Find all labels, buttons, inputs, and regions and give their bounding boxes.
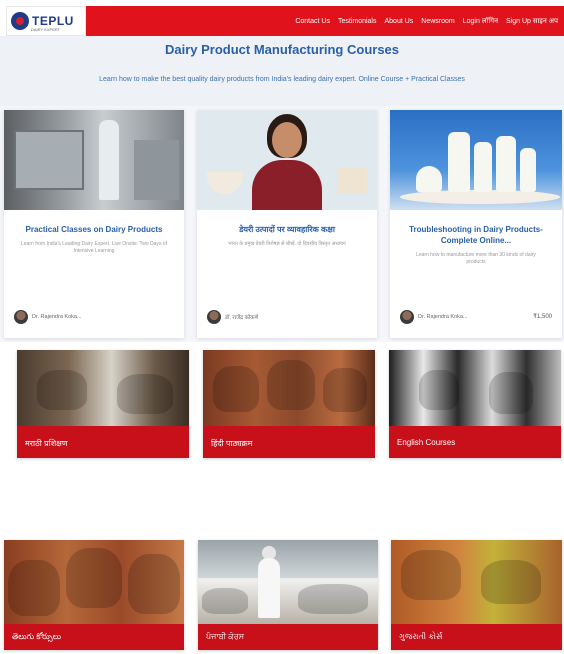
course-title[interactable]: Practical Classes on Dairy Products	[18, 224, 170, 235]
nav-about-us[interactable]: About Us	[384, 18, 413, 25]
course-card-practical-classes[interactable]: Practical Classes on Dairy Products Lear…	[4, 110, 184, 338]
author-name: Dr. Rajendra Koka...	[32, 314, 82, 320]
category-tile-hindi[interactable]: हिंदी पाठ्यक्रम	[203, 350, 375, 458]
category-image-cows	[389, 350, 561, 426]
category-label-bar: ગુજરાતી કોર્સ	[391, 624, 562, 650]
category-tile-telugu[interactable]: తెలుగు కోర్సులు	[4, 540, 184, 650]
category-label: ગુજરાતી કોર્સ	[399, 632, 443, 641]
course-author: Dr. Rajendra Koka...	[14, 310, 82, 324]
course-author: डॉ. राजेंद्र कोकणे	[207, 310, 258, 324]
course-image-factory	[4, 110, 184, 210]
course-author: Dr. Rajendra Koka...	[400, 310, 468, 324]
nav-contact-us[interactable]: Contact Us	[295, 18, 330, 25]
nav-newsroom[interactable]: Newsroom	[421, 18, 454, 25]
category-label: English Courses	[397, 438, 456, 447]
logo-subtext: DAIRY EXPERT	[31, 27, 61, 32]
course-description: Learn from India's Leading Dairy Expert.…	[21, 241, 167, 254]
hero-section: Dairy Product Manufacturing Courses Lear…	[0, 36, 564, 106]
category-image-cows	[4, 540, 184, 624]
course-cards-section: Practical Classes on Dairy Products Lear…	[0, 106, 564, 342]
author-avatar	[207, 310, 221, 324]
category-label: ਪੰਜਾਬੀ ਕੋਰਸ	[206, 632, 245, 641]
logo-mark-icon	[11, 12, 29, 30]
course-image-woman-dairy	[197, 110, 377, 210]
category-tile-marathi[interactable]: मराठी प्रशिक्षण	[17, 350, 189, 458]
category-image-cows	[17, 350, 189, 426]
course-title[interactable]: Troubleshooting in Dairy Products- Compl…	[404, 224, 548, 246]
course-title[interactable]: डेयरी उत्पादों पर व्यावहारिक कक्षा	[211, 224, 363, 235]
category-label-bar: ਪੰਜਾਬੀ ਕੋਰਸ	[198, 624, 378, 650]
category-image-cows	[203, 350, 375, 426]
logo-text: TEPLU	[32, 14, 74, 28]
teplu-logo[interactable]: TEPLU DAIRY EXPERT	[6, 6, 86, 36]
category-tile-punjabi[interactable]: ਪੰਜਾਬੀ ਕੋਰਸ	[198, 540, 378, 650]
category-image-dairy-farm	[198, 540, 378, 624]
category-label-bar: తెలుగు కోర్సులు	[4, 624, 184, 650]
course-description: भारत के प्रमुख डेयरी विशेषज्ञ से सीखें. …	[228, 241, 346, 247]
author-avatar	[400, 310, 414, 324]
category-image-cows	[391, 540, 562, 624]
category-tile-gujarati[interactable]: ગુજરાતી કોર્સ	[391, 540, 562, 650]
nav-testimonials[interactable]: Testimonials	[338, 18, 377, 25]
category-label-bar: हिंदी पाठ्यक्रम	[203, 426, 375, 458]
author-name: Dr. Rajendra Koka...	[418, 314, 468, 320]
category-label: मराठी प्रशिक्षण	[25, 439, 68, 448]
nav-login[interactable]: Login लॉगिन	[463, 17, 498, 26]
page-title: Dairy Product Manufacturing Courses	[164, 42, 400, 57]
page-subtitle: Learn how to make the best quality dairy…	[99, 76, 465, 83]
category-label: తెలుగు కోర్సులు	[12, 632, 62, 641]
course-image-milk-products	[390, 110, 562, 210]
course-card-hindi-practical[interactable]: डेयरी उत्पादों पर व्यावहारिक कक्षा भारत …	[197, 110, 377, 338]
category-tile-english[interactable]: English Courses	[389, 350, 561, 458]
category-label: हिंदी पाठ्यक्रम	[211, 439, 253, 448]
course-description: Learn how to manufacture more than 30 ki…	[416, 252, 536, 265]
category-label-bar: English Courses	[389, 426, 561, 458]
category-label-bar: मराठी प्रशिक्षण	[17, 426, 189, 458]
nav-sign-up[interactable]: Sign Up साइन अप	[506, 17, 558, 26]
main-nav: Contact Us Testimonials About Us Newsroo…	[86, 6, 564, 36]
author-name: डॉ. राजेंद्र कोकणे	[225, 315, 259, 321]
course-price: ₹1,500	[533, 314, 552, 320]
author-avatar	[14, 310, 28, 324]
course-card-troubleshooting[interactable]: Troubleshooting in Dairy Products- Compl…	[390, 110, 562, 338]
top-header: TEPLU DAIRY EXPERT Contact Us Testimonia…	[0, 0, 564, 40]
